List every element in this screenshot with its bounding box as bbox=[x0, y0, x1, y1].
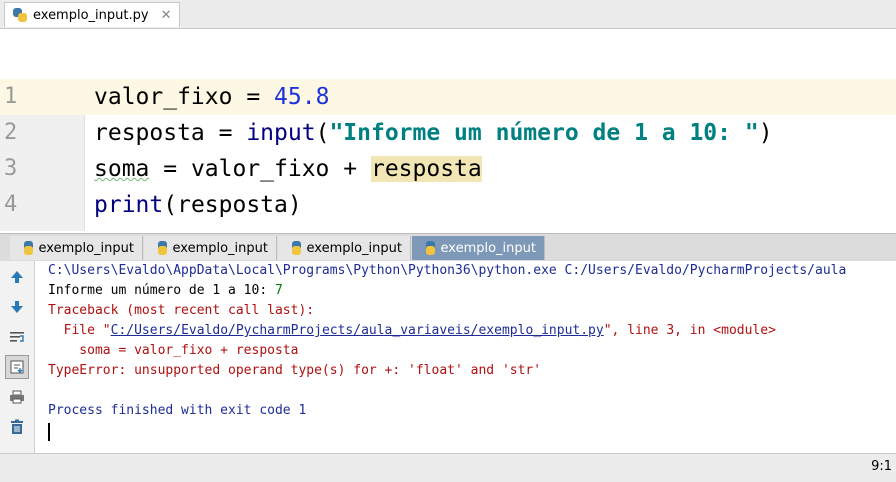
arrow-up-icon[interactable] bbox=[5, 265, 29, 289]
code-token: "Informe um número de 1 a 10: " bbox=[329, 120, 759, 146]
editor-tab[interactable]: exemplo_input.py ✕ bbox=[4, 2, 181, 27]
code-line-2[interactable]: 2 resposta = input("Informe um número de… bbox=[0, 115, 896, 151]
code-token: ) bbox=[758, 120, 773, 146]
console-error: TypeError: unsupported operand type(s) f… bbox=[48, 363, 542, 378]
run-tab-bar: exemplo_input exemplo_input exemplo_inpu… bbox=[0, 233, 896, 262]
console-file-prefix: File " bbox=[48, 323, 111, 338]
python-icon bbox=[157, 241, 167, 255]
run-tab-label: exemplo_input bbox=[306, 240, 402, 256]
console-file-link[interactable]: C:/Users/Evaldo/PycharmProjects/aula_var… bbox=[111, 323, 604, 338]
console-command-line: C:\Users\Evaldo\AppData\Local\Programs\P… bbox=[48, 263, 847, 278]
python-icon bbox=[23, 241, 33, 255]
console-toolbar bbox=[0, 261, 35, 453]
run-tab[interactable]: exemplo_input bbox=[278, 236, 411, 260]
console-output[interactable]: C:\Users\Evaldo\AppData\Local\Programs\P… bbox=[35, 261, 896, 453]
code-token: valor_fixo bbox=[190, 156, 330, 182]
code-token: + bbox=[329, 156, 371, 182]
console-file-line: File "C:/Users/Evaldo/PycharmProjects/au… bbox=[48, 321, 776, 341]
run-tab-label: exemplo_input bbox=[440, 240, 536, 256]
run-tab-label: exemplo_input bbox=[172, 240, 268, 256]
code-token: soma bbox=[94, 156, 150, 182]
console-source-line: soma = valor_fixo + resposta bbox=[48, 343, 299, 358]
code-token: resposta bbox=[94, 120, 205, 146]
code-line-3[interactable]: 3 soma = valor_fixo + resposta bbox=[0, 151, 896, 187]
python-icon bbox=[425, 241, 435, 255]
arrow-down-icon[interactable] bbox=[5, 295, 29, 319]
run-tab[interactable]: exemplo_input bbox=[144, 236, 277, 260]
code-line-1[interactable]: 1 valor_fixo = 45.8 bbox=[0, 79, 896, 115]
code-token: input bbox=[246, 120, 316, 146]
console-user-input: 7 bbox=[274, 283, 283, 298]
console-prompt: Informe um número de 1 a 10: bbox=[48, 283, 275, 298]
status-bar: 9:1 bbox=[0, 453, 896, 482]
code-editor[interactable]: 1 valor_fixo = 45.8 2 resposta = input("… bbox=[0, 29, 896, 231]
scroll-to-end-icon[interactable] bbox=[5, 355, 29, 379]
trash-icon[interactable] bbox=[5, 415, 29, 439]
code-token: = bbox=[149, 156, 191, 182]
editor-tab-label: exemplo_input.py bbox=[33, 7, 149, 23]
line-number: 1 bbox=[0, 79, 84, 115]
code-line-4[interactable]: 4 print(resposta) bbox=[0, 187, 896, 223]
console-traceback: Traceback (most recent call last): bbox=[48, 303, 315, 318]
python-icon bbox=[291, 241, 301, 255]
code-token: 45.8 bbox=[274, 84, 330, 110]
console-caret bbox=[48, 423, 50, 441]
line-number: 2 bbox=[4, 120, 18, 145]
run-tab-active[interactable]: exemplo_input bbox=[412, 236, 545, 260]
code-token: print bbox=[94, 192, 164, 218]
editor-tab-bar: exemplo_input.py ✕ bbox=[0, 0, 896, 29]
caret-position[interactable]: 9:1 bbox=[871, 459, 892, 474]
console-exit-message: Process finished with exit code 1 bbox=[48, 403, 307, 418]
close-icon[interactable]: ✕ bbox=[161, 8, 172, 23]
python-file-icon bbox=[13, 8, 27, 22]
print-icon[interactable] bbox=[5, 385, 29, 409]
code-token: = bbox=[232, 84, 275, 110]
code-token: = bbox=[204, 120, 247, 146]
run-tab-label: exemplo_input bbox=[38, 240, 134, 256]
run-tab[interactable]: exemplo_input bbox=[10, 236, 143, 260]
line-number: 3 bbox=[4, 156, 18, 181]
code-token: ( bbox=[315, 120, 330, 146]
console-file-suffix: ", line 3, in <module> bbox=[603, 323, 776, 338]
console-prompt-line: Informe um número de 1 a 10: 7 bbox=[48, 281, 283, 301]
code-token: resposta bbox=[370, 156, 482, 182]
editor-top-area bbox=[0, 29, 896, 79]
line-number: 4 bbox=[4, 192, 18, 217]
code-token: (resposta) bbox=[163, 192, 302, 218]
code-token: valor_fixo bbox=[94, 84, 233, 110]
soft-wrap-icon[interactable] bbox=[5, 325, 29, 349]
